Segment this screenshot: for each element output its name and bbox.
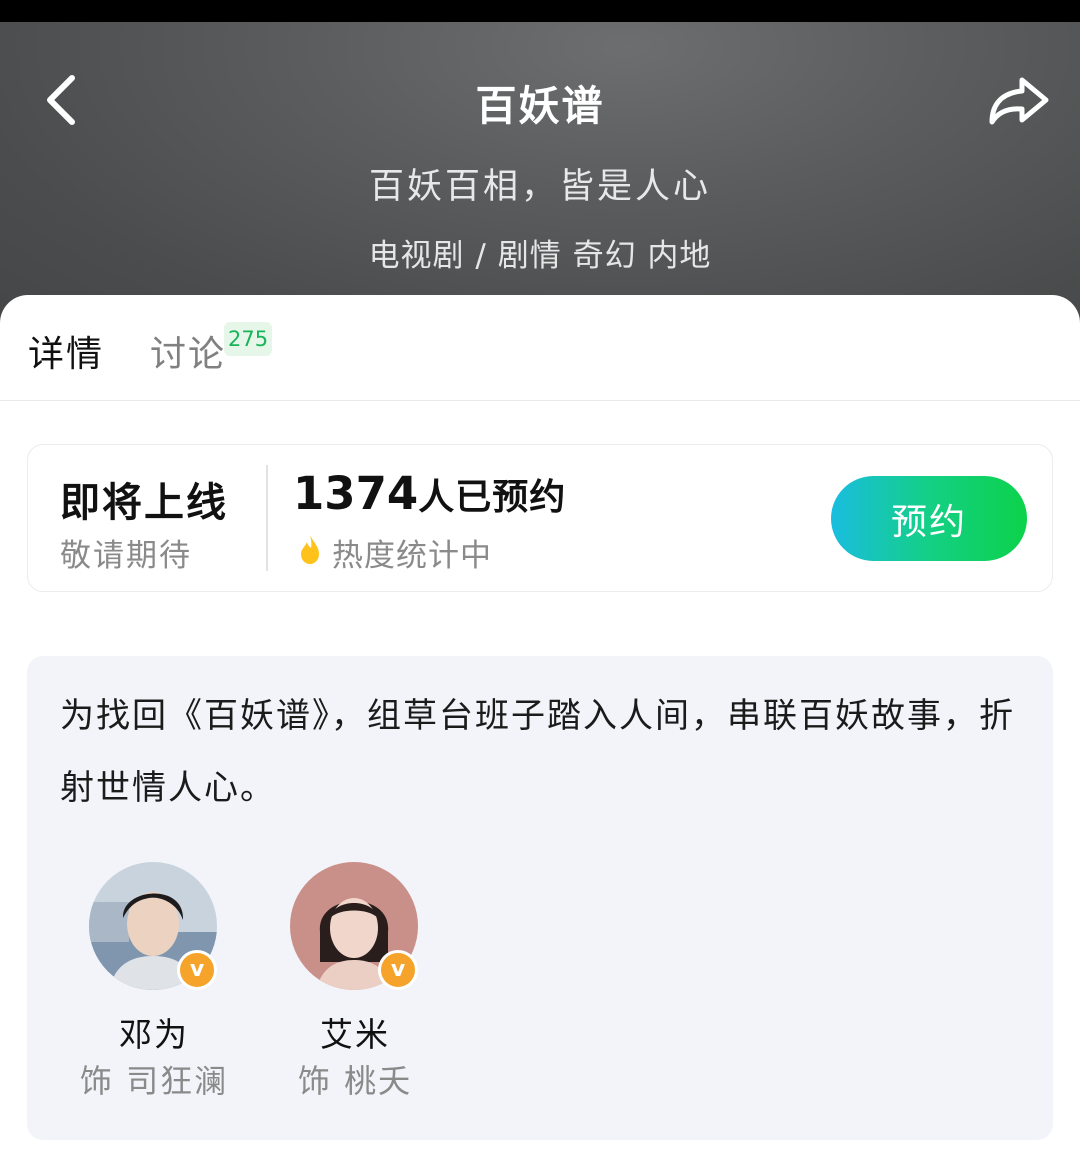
tab-discussion[interactable]: 讨论 (150, 325, 226, 377)
cast-name: 艾米 (320, 1015, 390, 1054)
share-arrow-icon (989, 77, 1049, 125)
cast-role: 饰 桃夭 (297, 1062, 413, 1100)
cast-role: 饰 司狂澜 (79, 1062, 229, 1100)
verified-badge-icon: v (177, 950, 217, 990)
header-banner: 百妖谱 百妖百相，皆是人心 电视剧 / 剧情 奇幻 内地 (0, 22, 1080, 332)
share-button[interactable] (984, 70, 1054, 130)
card-divider (266, 465, 268, 571)
tabs-divider (0, 400, 1080, 401)
release-status: 即将上线 (60, 480, 228, 526)
tagline: 百妖百相，皆是人心 (368, 167, 711, 207)
tab-details[interactable]: 详情 (28, 325, 104, 377)
flame-icon (301, 535, 319, 564)
synopsis-text: 为找回《百妖谱》，组草台班子踏入人间，串联百妖故事，折射世情人心。 (60, 696, 1015, 808)
discussion-count-badge: 275 (224, 322, 273, 356)
release-status-sub: 敬请期待 (60, 538, 192, 574)
reservation-count-line: 1374人已预约 (293, 467, 566, 520)
page-title: 百妖谱 (475, 82, 605, 130)
cast-name: 邓为 (119, 1015, 189, 1054)
reservation-count: 1374 (293, 467, 419, 520)
reserve-button[interactable]: 预约 (831, 476, 1027, 561)
verified-badge-icon: v (378, 950, 418, 990)
heat-status: 热度统计中 (332, 538, 492, 574)
status-bar (0, 0, 1080, 22)
genre-line: 电视剧 / 剧情 奇幻 内地 (368, 238, 712, 274)
reservation-count-suffix: 人已预约 (418, 477, 567, 518)
